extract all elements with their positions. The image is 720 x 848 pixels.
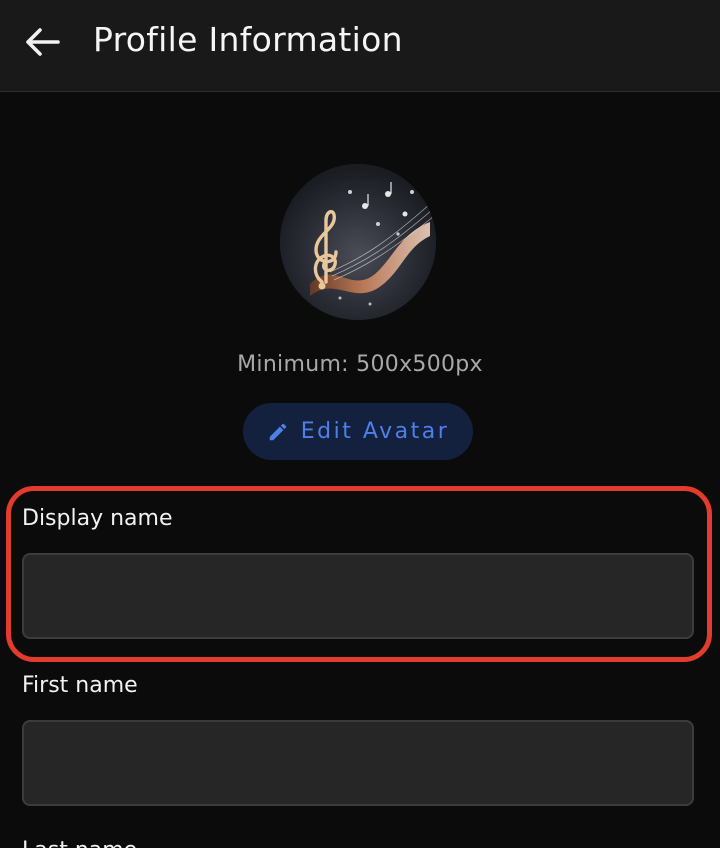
display-name-label: Display name xyxy=(22,506,173,531)
first-name-label: First name xyxy=(22,673,138,698)
first-name-input[interactable] xyxy=(22,720,694,806)
last-name-label: Last name xyxy=(22,838,137,848)
pencil-icon xyxy=(269,423,286,440)
edit-avatar-label: Edit Avatar xyxy=(300,419,450,444)
avatar-size-hint: Minimum: 500x500px xyxy=(237,352,483,377)
display-name-input[interactable] xyxy=(22,553,694,639)
music-treble-clef-image xyxy=(280,164,436,320)
profile-screen: Profile Information Minimum: 500x500px E… xyxy=(0,0,720,848)
edit-avatar-button[interactable]: Edit Avatar xyxy=(243,403,473,460)
page-title: Profile Information xyxy=(93,20,403,59)
avatar[interactable] xyxy=(280,164,436,320)
arrow-left-icon xyxy=(26,28,60,56)
back-button[interactable] xyxy=(20,20,64,64)
app-header: Profile Information xyxy=(0,0,720,92)
